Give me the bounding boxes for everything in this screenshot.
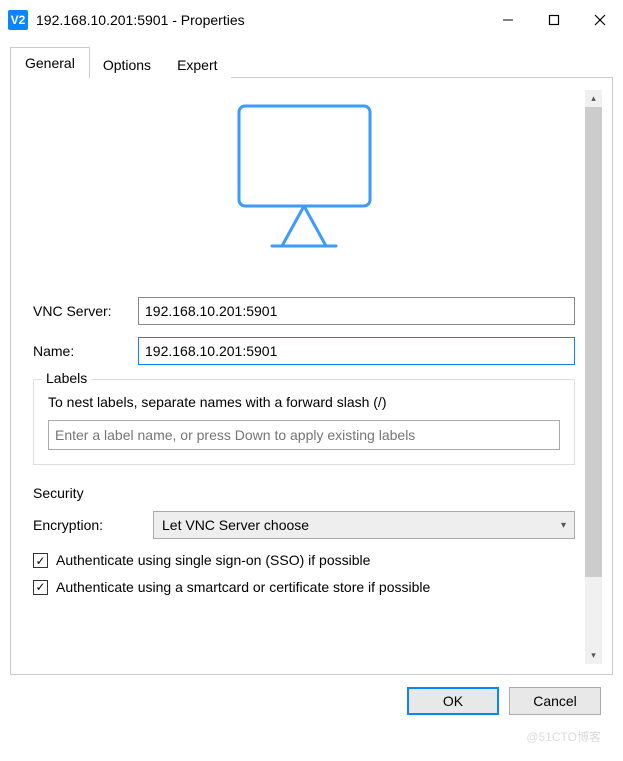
security-title: Security — [33, 485, 575, 501]
scroll-up-icon[interactable]: ▴ — [585, 90, 602, 107]
labels-fieldset: Labels To nest labels, separate names wi… — [33, 379, 575, 465]
tab-expert[interactable]: Expert — [164, 49, 230, 80]
smartcard-checkbox-label: Authenticate using a smartcard or certif… — [56, 578, 575, 597]
dialog-button-bar: OK Cancel — [10, 675, 613, 715]
watermark-text: @51CTO博客 — [526, 728, 601, 745]
name-input[interactable] — [138, 337, 575, 365]
scrollbar-thumb[interactable] — [585, 107, 602, 577]
tab-general[interactable]: General — [10, 47, 90, 78]
window-controls — [485, 0, 623, 40]
name-label: Name: — [33, 343, 138, 359]
app-icon: V2 — [8, 10, 28, 30]
ok-button[interactable]: OK — [407, 687, 499, 715]
scroll-down-icon[interactable]: ▾ — [585, 647, 602, 664]
sso-checkbox-label: Authenticate using single sign-on (SSO) … — [56, 551, 575, 570]
minimize-button[interactable] — [485, 0, 531, 40]
encryption-label: Encryption: — [33, 517, 153, 533]
sso-checkbox[interactable]: ✓ — [33, 553, 48, 568]
cancel-button[interactable]: Cancel — [509, 687, 601, 715]
labels-input[interactable] — [48, 420, 560, 450]
encryption-value: Let VNC Server choose — [162, 517, 309, 533]
tab-panel-general: VNC Server: Name: Labels To nest labels,… — [10, 77, 613, 675]
tab-strip: General Options Expert — [10, 46, 613, 77]
tab-options[interactable]: Options — [90, 49, 164, 80]
security-section: Security Encryption: Let VNC Server choo… — [33, 485, 575, 597]
close-button[interactable] — [577, 0, 623, 40]
chevron-down-icon: ▾ — [561, 520, 566, 531]
encryption-select[interactable]: Let VNC Server choose ▾ — [153, 511, 575, 539]
labels-legend: Labels — [42, 370, 91, 386]
window-title: 192.168.10.201:5901 - Properties — [36, 12, 485, 28]
vertical-scrollbar[interactable]: ▴ ▾ — [585, 90, 602, 664]
smartcard-checkbox[interactable]: ✓ — [33, 580, 48, 595]
vnc-server-input[interactable] — [138, 297, 575, 325]
titlebar: V2 192.168.10.201:5901 - Properties — [0, 0, 623, 40]
monitor-icon — [217, 96, 392, 271]
labels-helper-text: To nest labels, separate names with a fo… — [48, 394, 560, 410]
vnc-server-label: VNC Server: — [33, 303, 138, 319]
maximize-button[interactable] — [531, 0, 577, 40]
